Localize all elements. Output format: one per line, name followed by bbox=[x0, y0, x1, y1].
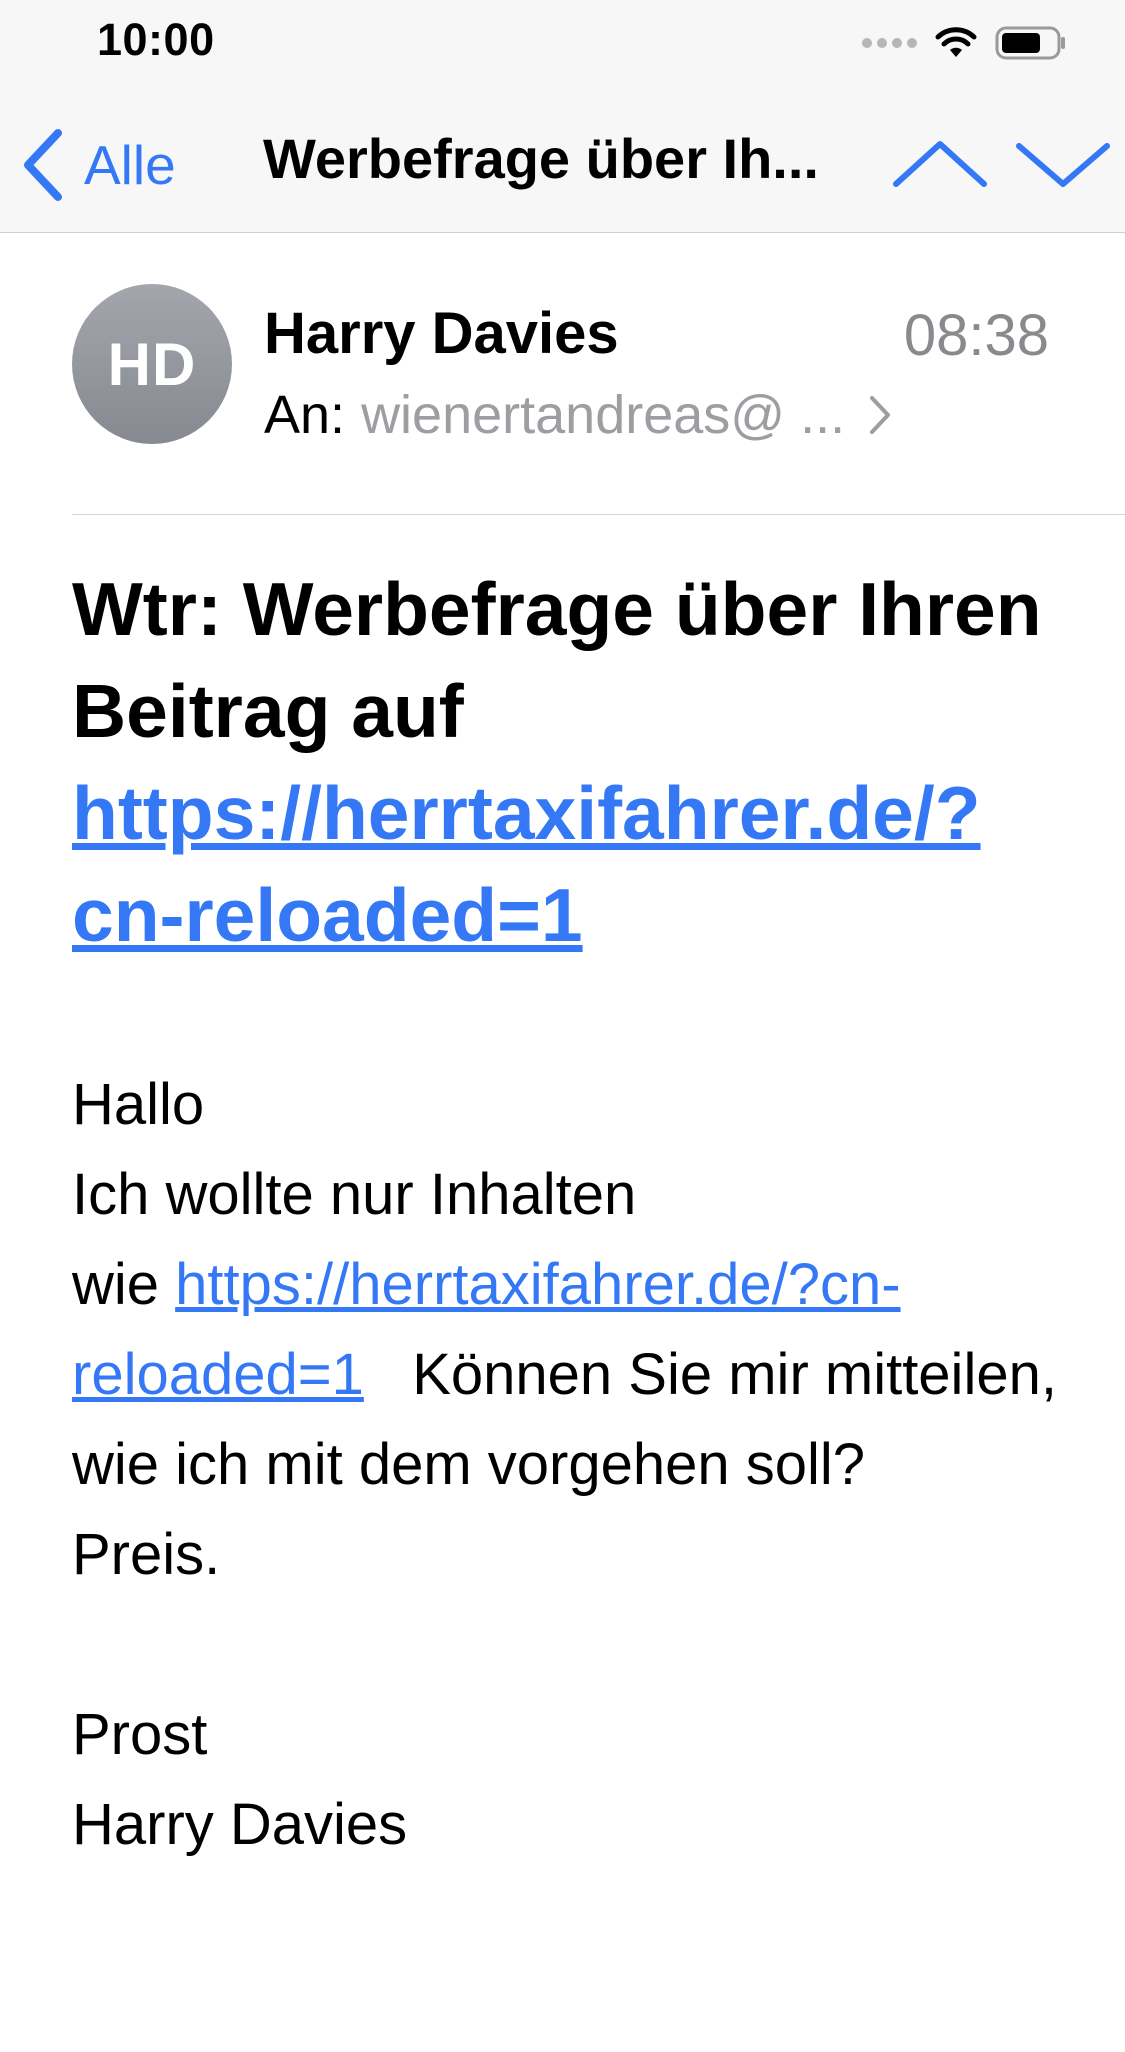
body-paragraph: wie https://herrtaxifahrer.de/?cn-reload… bbox=[72, 1240, 1062, 1510]
recipient-row[interactable]: An: wienertandreas@ ... bbox=[264, 380, 964, 450]
header-divider bbox=[72, 514, 1125, 515]
body-line: Ich wollte nur Inhalten bbox=[72, 1162, 637, 1227]
body-closing: Prost bbox=[72, 1702, 208, 1767]
top-bar: 10:00 Alle Werbefrage über Ih... bbox=[0, 0, 1125, 233]
nav-title: Werbefrage über Ih... bbox=[263, 127, 819, 190]
back-label: Alle bbox=[84, 134, 176, 196]
chevron-down-icon[interactable] bbox=[1013, 134, 1113, 194]
email-body: Hallo Ich wollte nur Inhalten wie https:… bbox=[72, 1060, 1062, 1870]
avatar: HD bbox=[72, 284, 232, 444]
recipient-prefix: An: bbox=[264, 385, 346, 445]
status-icons bbox=[862, 18, 1067, 68]
wifi-icon bbox=[935, 27, 977, 57]
message-time: 08:38 bbox=[903, 303, 1049, 368]
sender-name[interactable]: Harry Davies bbox=[264, 300, 619, 367]
body-line: Preis. bbox=[72, 1522, 221, 1587]
body-signature: Harry Davies bbox=[72, 1792, 408, 1857]
chevron-up-icon[interactable] bbox=[890, 134, 990, 194]
chevron-right-icon bbox=[867, 393, 893, 437]
subject-link[interactable]: https://herrtaxifahrer.de/?cn-reloaded=1 bbox=[72, 771, 981, 957]
signal-icon bbox=[862, 38, 917, 48]
body-greeting: Hallo bbox=[72, 1072, 205, 1137]
recipient-address: wienertandreas@ ... bbox=[361, 385, 846, 445]
back-button[interactable]: Alle bbox=[22, 120, 176, 210]
chevron-left-icon bbox=[24, 129, 62, 201]
body-line-prefix: wie bbox=[72, 1252, 176, 1317]
subject-text: Wtr: Werbefrage über Ihren Beitrag auf bbox=[72, 567, 1042, 753]
email-subject: Wtr: Werbefrage über Ihren Beitrag auf h… bbox=[72, 558, 1062, 966]
battery-icon bbox=[995, 26, 1065, 60]
status-time: 10:00 bbox=[97, 14, 215, 65]
